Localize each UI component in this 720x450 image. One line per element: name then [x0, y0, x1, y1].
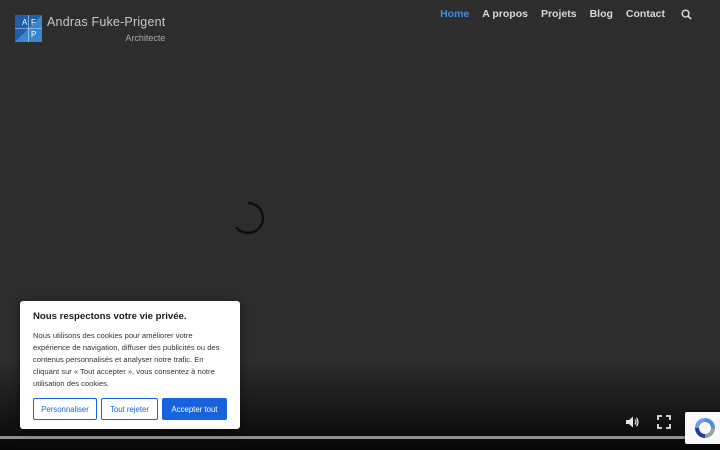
cookie-title: Nous respectons votre vie privée. [33, 311, 187, 322]
nav-item-blog[interactable]: Blog [590, 8, 613, 20]
main-navigation: Home A propos Projets Blog Contact [440, 8, 692, 20]
site-logo[interactable]: A F P Andras Fuke-Prigent Architecte [15, 15, 165, 43]
fullscreen-icon[interactable] [656, 414, 672, 430]
search-icon[interactable] [681, 8, 692, 20]
nav-item-home[interactable]: Home [440, 8, 469, 20]
logo-name: Andras Fuke-Prigent [47, 15, 166, 29]
video-progress-bar[interactable] [0, 436, 720, 439]
nav-item-a-propos[interactable]: A propos [482, 8, 528, 20]
svg-text:P: P [31, 30, 36, 39]
nav-item-projets[interactable]: Projets [541, 8, 577, 20]
cookie-button-row: Personnaliser Tout rejeter Accepter tout [33, 398, 227, 420]
customize-button[interactable]: Personnaliser [33, 398, 97, 420]
recaptcha-icon [695, 418, 715, 438]
logo-subtitle: Architecte [125, 32, 166, 43]
cookie-consent-banner: Nous respectons votre vie privée. Nous u… [20, 301, 240, 429]
svg-text:F: F [31, 18, 36, 27]
recaptcha-badge[interactable] [685, 412, 720, 444]
nav-item-contact[interactable]: Contact [626, 8, 665, 20]
svg-text:A: A [22, 18, 28, 27]
volume-icon[interactable] [624, 414, 640, 430]
accept-all-button[interactable]: Accepter tout [162, 398, 227, 420]
cookie-description: Nous utilisons des cookies pour améliore… [33, 331, 220, 388]
loading-spinner-icon [235, 201, 265, 235]
reject-all-button[interactable]: Tout rejeter [101, 398, 158, 420]
logo-mark-icon: A F P [15, 15, 42, 42]
